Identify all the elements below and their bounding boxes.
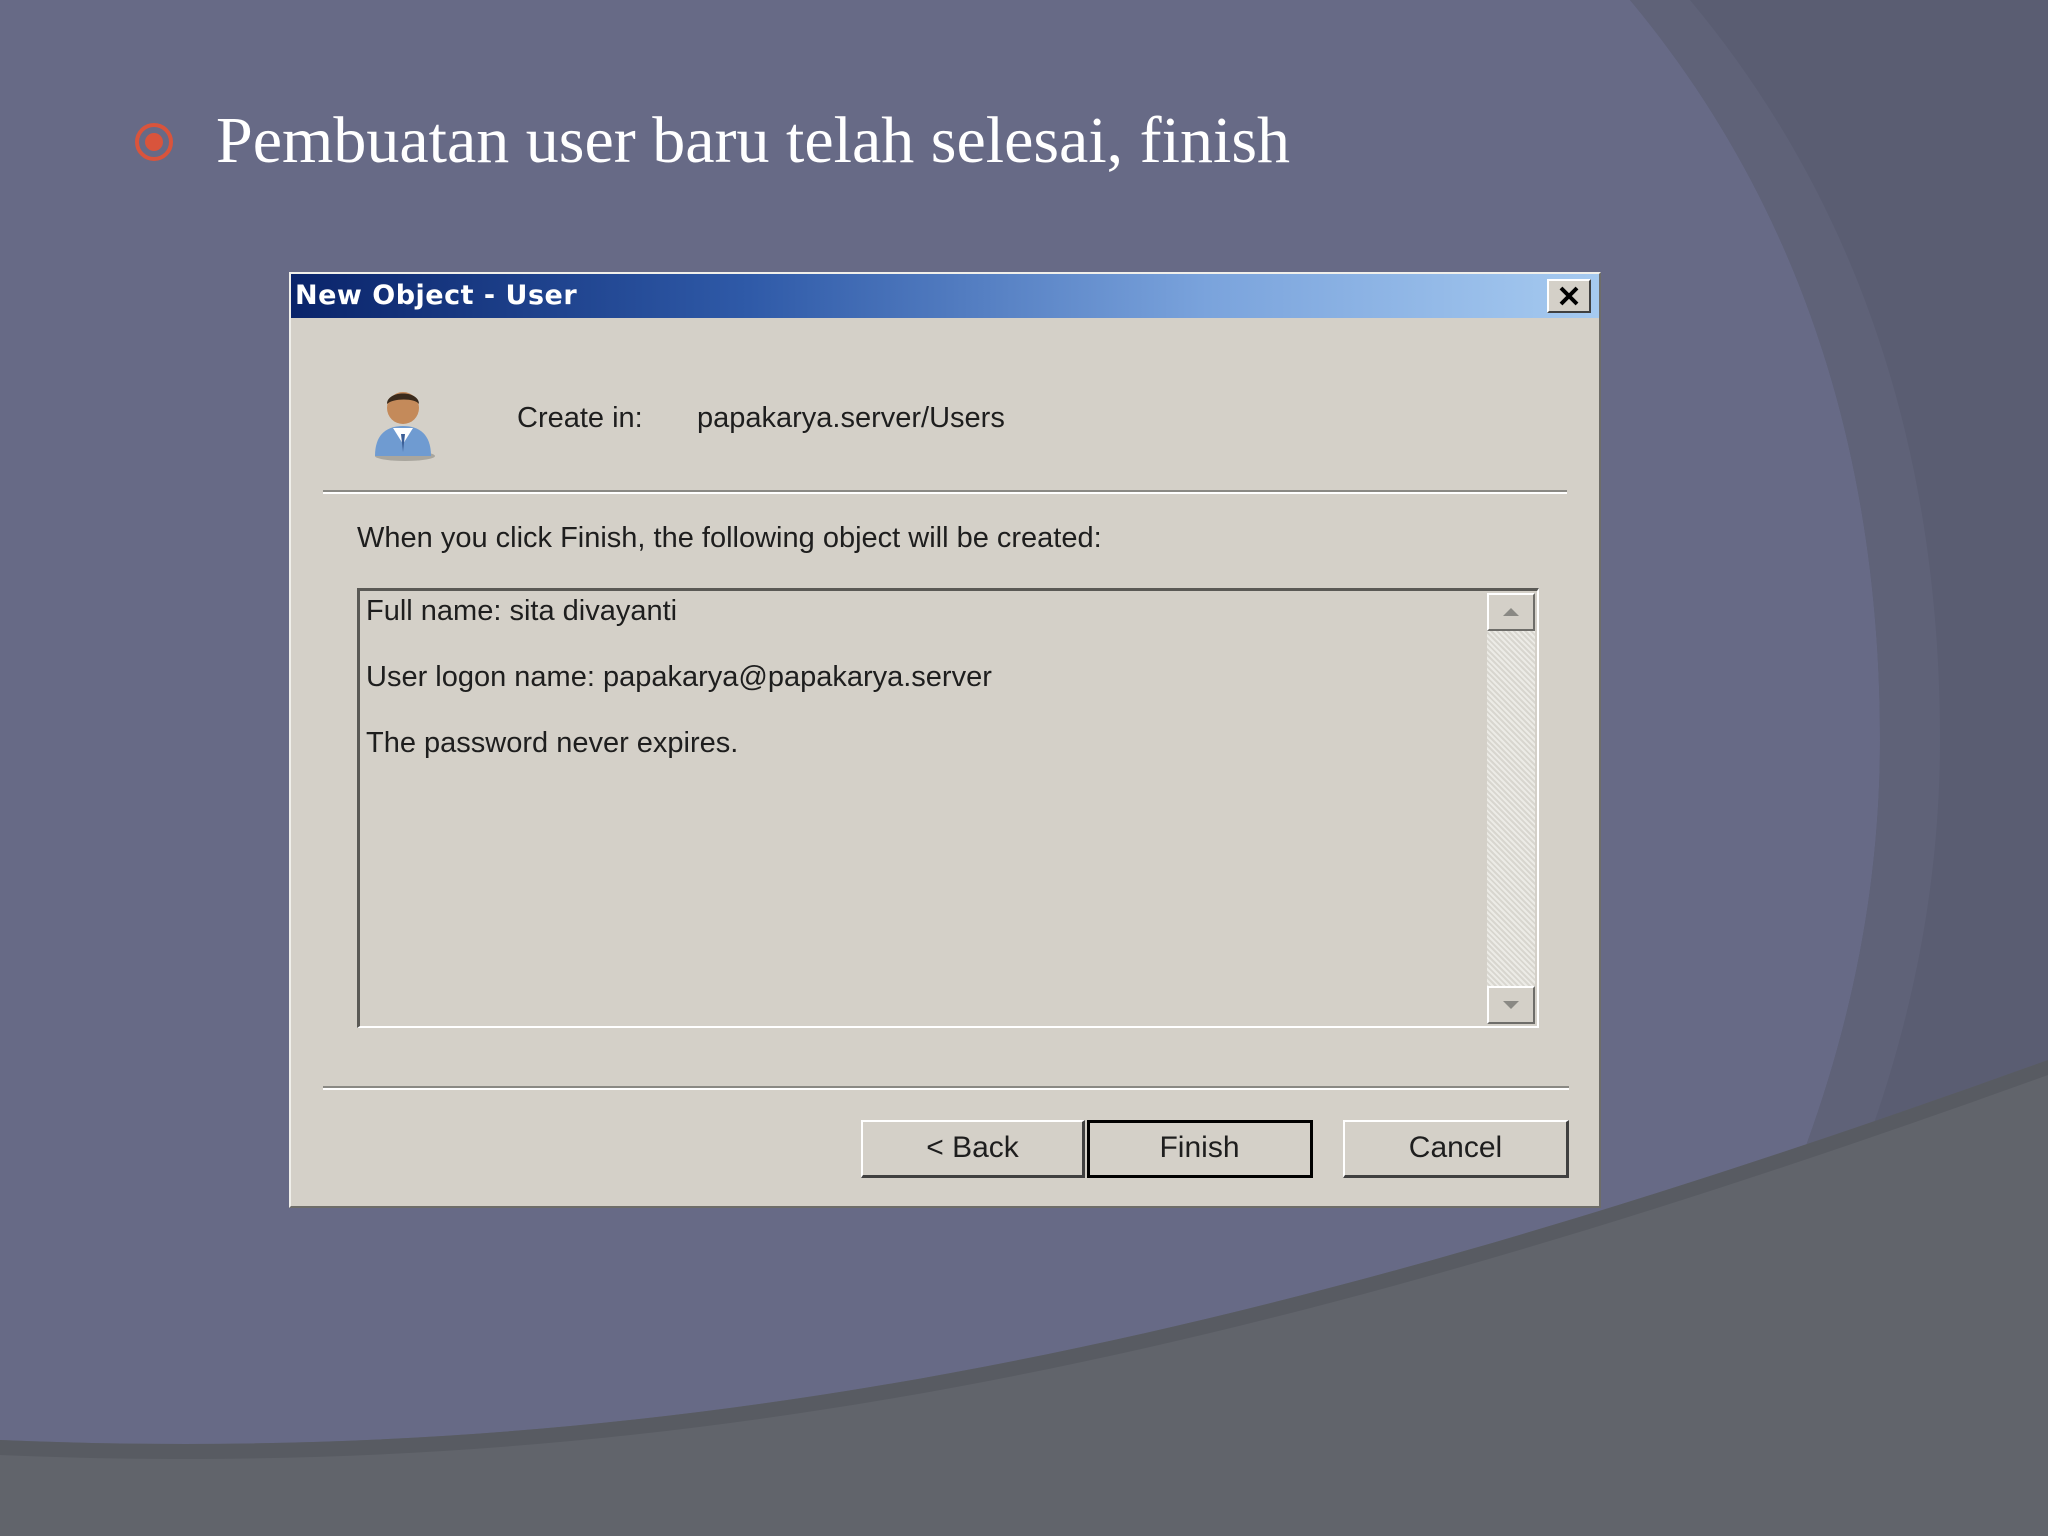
scroll-up-button[interactable] — [1487, 593, 1535, 631]
summary-logon-name: User logon name: papakarya@papakarya.ser… — [366, 661, 992, 693]
dialog-titlebar[interactable]: New Object - User — [291, 274, 1599, 318]
create-in-value: papakarya.server/Users — [697, 402, 1005, 434]
summary-password-note: The password never expires. — [366, 727, 739, 759]
top-divider — [323, 490, 1567, 494]
close-button[interactable] — [1547, 279, 1591, 313]
close-icon — [1559, 286, 1579, 306]
bullet-target-icon — [135, 123, 173, 161]
new-object-user-dialog: New Object - User Create in: papakarya.s… — [289, 272, 1601, 1208]
back-button[interactable]: < Back — [861, 1120, 1085, 1178]
scroll-down-icon — [1503, 1001, 1519, 1009]
summary-textbox[interactable]: Full name: sita divayanti User logon nam… — [357, 588, 1539, 1028]
scroll-down-button[interactable] — [1487, 986, 1535, 1024]
intro-text: When you click Finish, the following obj… — [357, 522, 1102, 554]
vertical-scrollbar[interactable] — [1487, 593, 1535, 1024]
summary-full-name: Full name: sita divayanti — [366, 595, 678, 627]
dialog-title: New Object - User — [295, 280, 578, 311]
user-icon — [375, 392, 435, 461]
bottom-divider — [323, 1086, 1569, 1090]
create-in-label: Create in: — [517, 402, 643, 434]
slide-bullet-text: Pembuatan user baru telah selesai, finis… — [216, 104, 1291, 177]
cancel-button[interactable]: Cancel — [1343, 1120, 1569, 1178]
finish-button[interactable]: Finish — [1087, 1120, 1313, 1178]
scroll-up-icon — [1503, 608, 1519, 616]
